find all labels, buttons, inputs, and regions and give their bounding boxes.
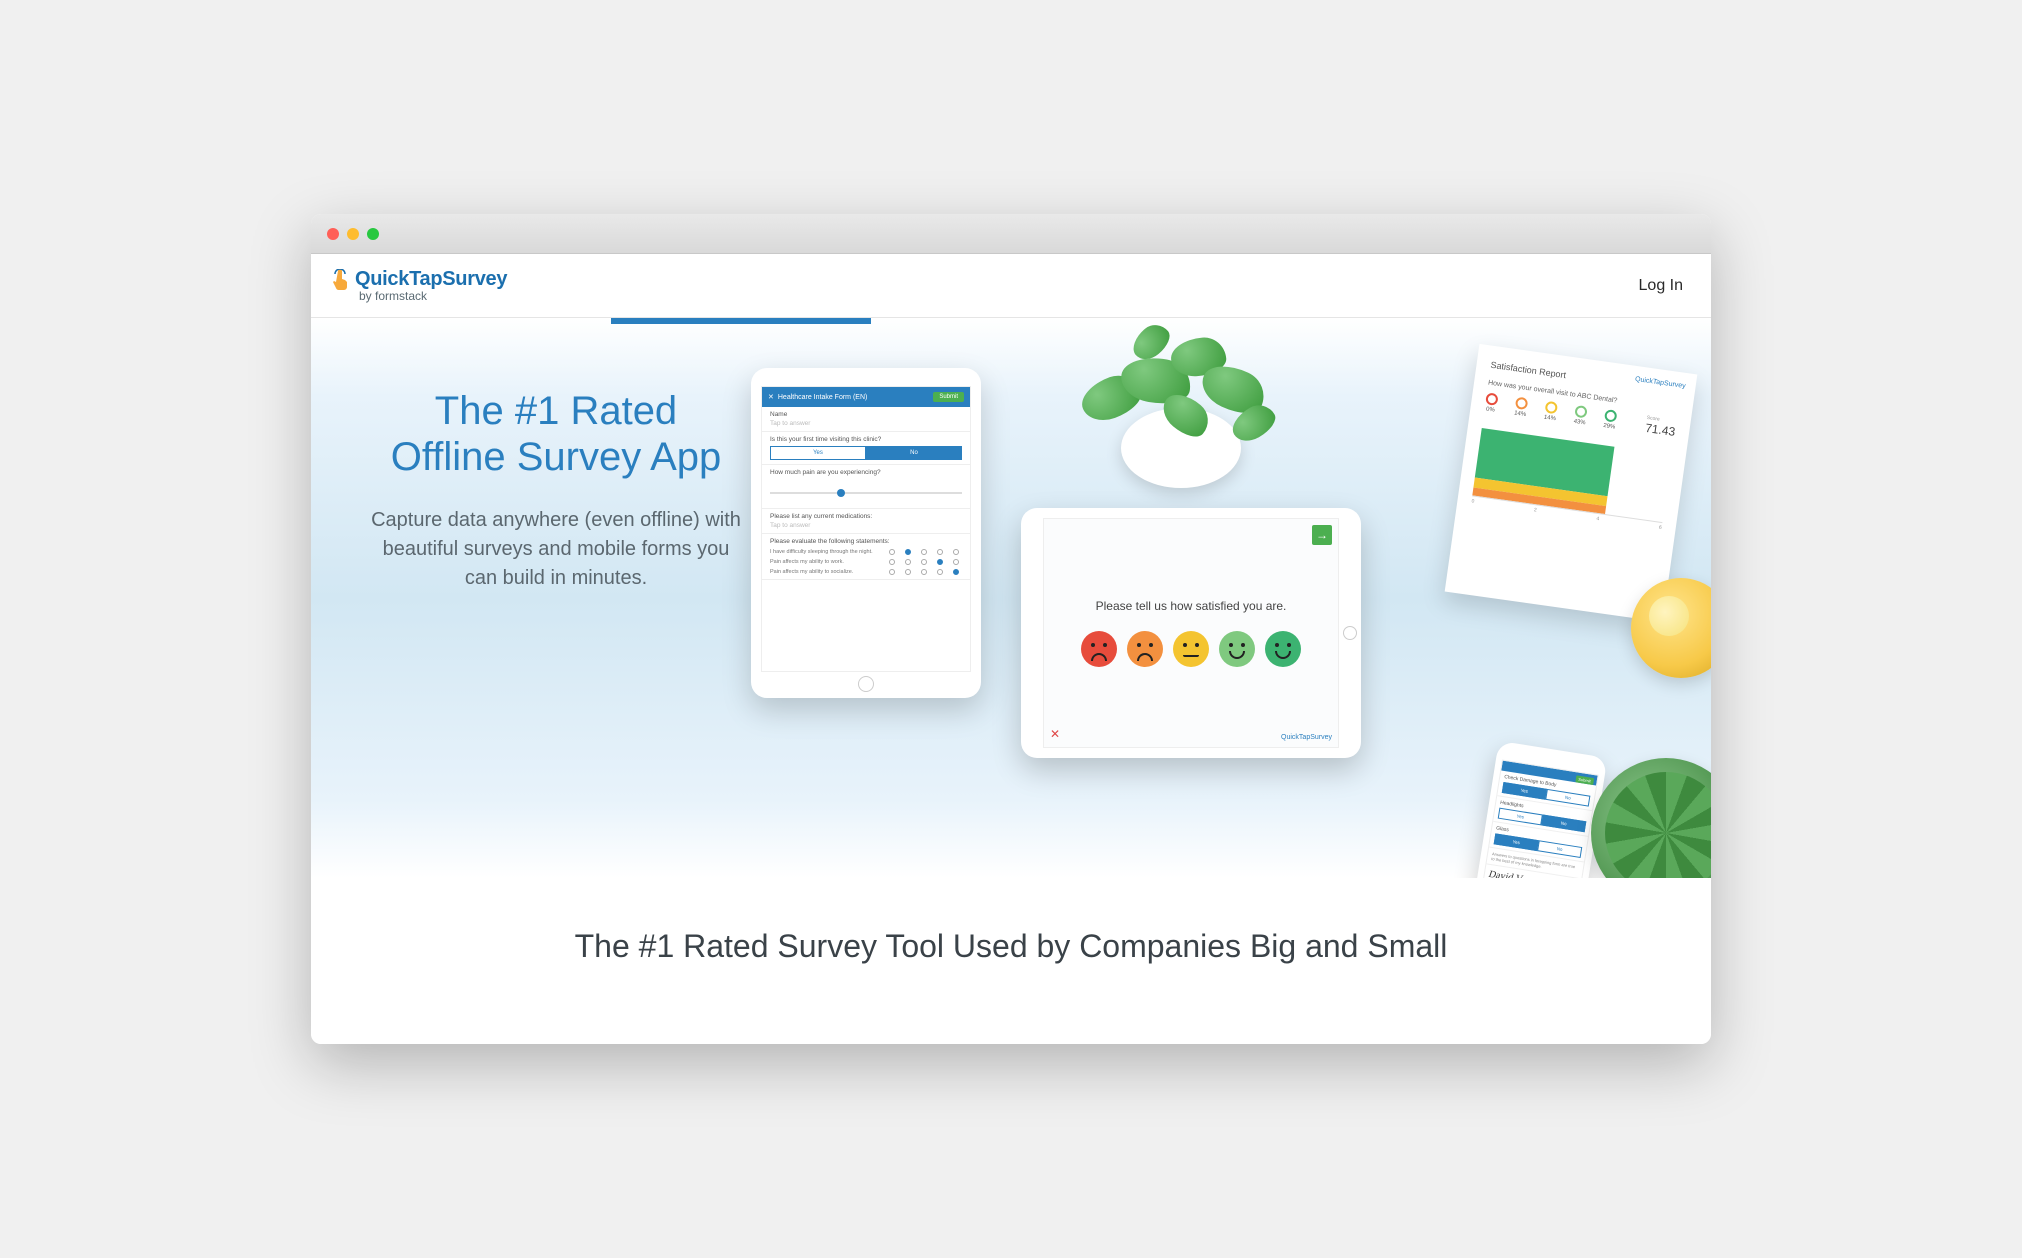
- home-button-icon: [1343, 626, 1357, 640]
- hero-title-line1: The #1 Rated: [435, 389, 677, 433]
- home-button-icon: [858, 676, 874, 692]
- form-title: Healthcare Intake Form (EN): [778, 394, 867, 401]
- field-meds: Tap to answer: [770, 522, 962, 529]
- hero-copy: The #1 Rated Offline Survey App Capture …: [371, 388, 741, 593]
- window-minimize-icon[interactable]: [347, 228, 359, 240]
- field-label-meds: Please list any current medications:: [770, 513, 962, 520]
- hero-subtitle: Capture data anywhere (even offline) wit…: [371, 506, 741, 593]
- tap-hand-icon: [331, 269, 349, 291]
- eval-row-3: Pain affects my ability to socialize.: [770, 569, 882, 575]
- pct-1: 14%: [1514, 410, 1527, 418]
- login-link[interactable]: Log In: [1639, 277, 1683, 295]
- top-nav: QuickTapSurvey by formstack Log In: [311, 254, 1711, 318]
- close-icon: ✕: [1050, 727, 1060, 741]
- field-label-pain: How much pain are you experiencing?: [770, 469, 962, 476]
- field-label-name: Name: [770, 411, 962, 418]
- submit-button: Submit: [933, 392, 964, 402]
- brand-watermark: QuickTapSurvey: [1281, 734, 1332, 741]
- face-neutral-icon: [1173, 631, 1209, 667]
- hero-section: The #1 Rated Offline Survey App Capture …: [311, 318, 1711, 878]
- pain-slider: [770, 492, 962, 494]
- face-unsatisfied-icon: [1127, 631, 1163, 667]
- pct-2: 14%: [1543, 415, 1556, 423]
- window-zoom-icon[interactable]: [367, 228, 379, 240]
- face-satisfied-icon: [1219, 631, 1255, 667]
- logo-subtext: by formstack: [359, 289, 427, 303]
- report-mockup: QuickTapSurvey Satisfaction Report How w…: [1445, 344, 1698, 622]
- logo[interactable]: QuickTapSurvey by formstack: [331, 268, 507, 303]
- field-label-firstvisit: Is this your first time visiting this cl…: [770, 436, 962, 443]
- phone-mockup: Submit Check Damage to Body YesNo Headli…: [1464, 741, 1607, 878]
- pct-3: 43%: [1573, 419, 1586, 427]
- browser-window: QuickTapSurvey by formstack Log In The #…: [311, 214, 1711, 1044]
- eval-row-1: I have difficulty sleeping through the n…: [770, 549, 882, 555]
- field-label-eval: Please evaluate the following statements…: [770, 538, 962, 545]
- succulent-decor: [1591, 758, 1711, 878]
- option-yes: Yes: [770, 446, 866, 460]
- tablet-satisfaction-mockup: → Please tell us how satisfied you are. …: [1021, 508, 1361, 758]
- field-name: Tap to answer: [770, 420, 962, 427]
- page-viewport[interactable]: QuickTapSurvey by formstack Log In The #…: [311, 254, 1711, 1044]
- face-very-satisfied-icon: [1265, 631, 1301, 667]
- window-close-icon[interactable]: [327, 228, 339, 240]
- tablet-form-mockup: ✕ Healthcare Intake Form (EN) Submit Name…: [751, 368, 981, 698]
- companies-heading: The #1 Rated Survey Tool Used by Compani…: [311, 878, 1711, 1025]
- plant-decor: [1041, 318, 1321, 488]
- satisfaction-question: Please tell us how satisfied you are.: [1096, 599, 1287, 613]
- pct-0: 0%: [1486, 406, 1495, 413]
- hero-title-line2: Offline Survey App: [391, 435, 722, 479]
- face-scale: [1081, 631, 1301, 667]
- eval-row-2: Pain affects my ability to work.: [770, 559, 882, 565]
- next-arrow-icon: →: [1312, 525, 1332, 545]
- report-score: Score 71.43: [1644, 415, 1677, 439]
- traffic-lights: [327, 228, 379, 240]
- close-icon: ✕: [768, 393, 774, 401]
- face-very-unsatisfied-icon: [1081, 631, 1117, 667]
- pct-4: 29%: [1603, 423, 1616, 431]
- option-no: No: [866, 446, 962, 460]
- browser-chrome: [311, 214, 1711, 254]
- report-bar-chart: 0246: [1471, 428, 1672, 534]
- hero-title: The #1 Rated Offline Survey App: [371, 388, 741, 480]
- logo-text: QuickTapSurvey: [355, 268, 507, 291]
